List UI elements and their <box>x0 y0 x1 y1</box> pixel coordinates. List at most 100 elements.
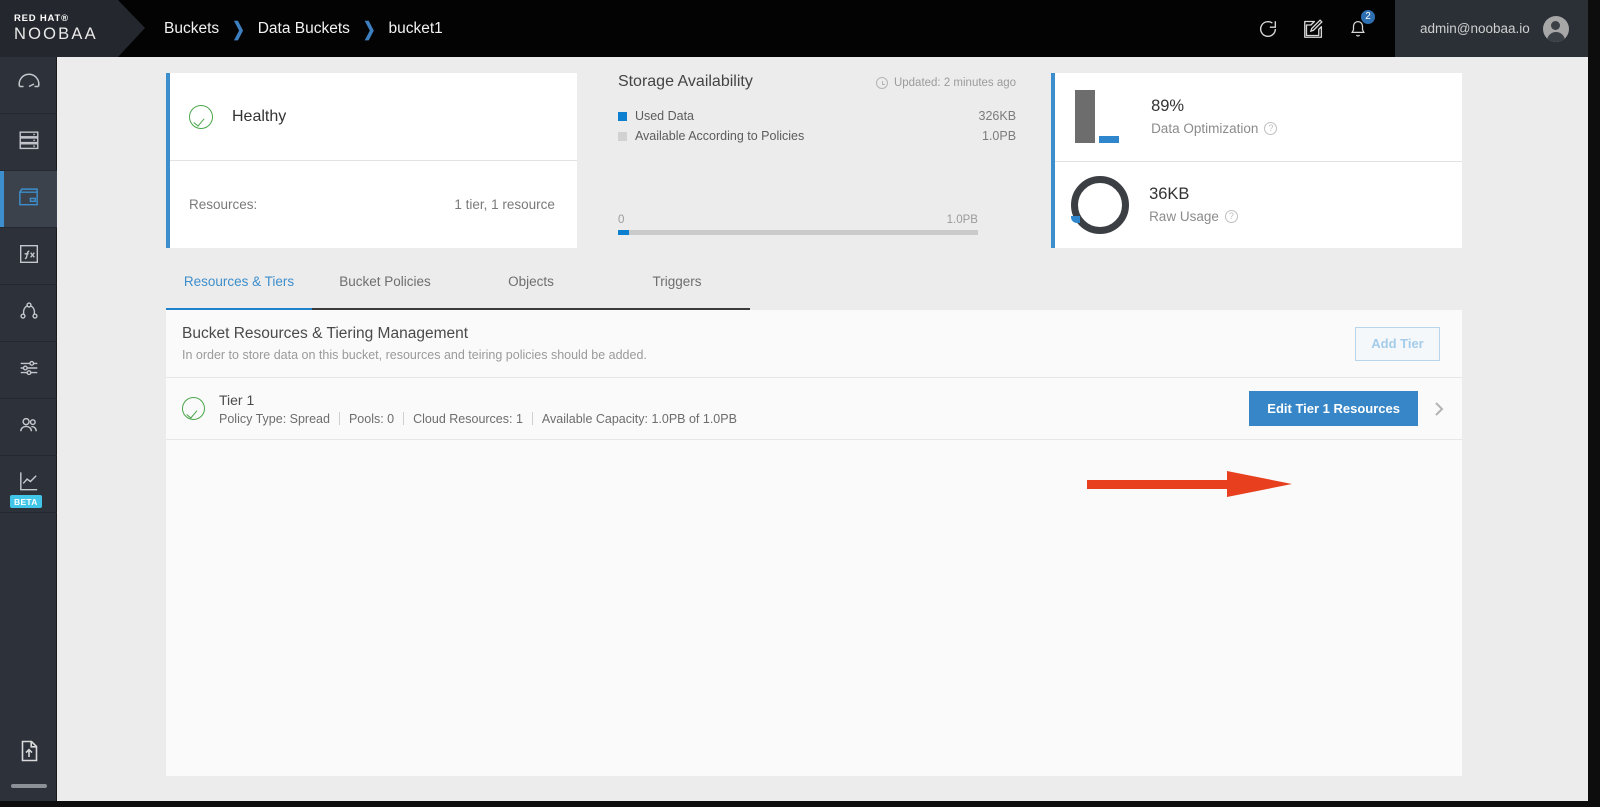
legend-item: Used Data 326KB <box>618 106 1016 126</box>
legend-value: 1.0PB <box>982 129 1016 143</box>
chart-bar-secondary <box>1099 136 1119 143</box>
sidebar-footer <box>0 715 57 807</box>
card-header-text: Bucket Resources & Tiering Management In… <box>182 325 647 362</box>
top-bar-right: 2 admin@noobaa.io <box>1255 0 1600 57</box>
health-status-label: Healthy <box>232 108 286 126</box>
bell-icon[interactable]: 2 <box>1345 16 1371 42</box>
storage-availability-header: Storage Availability Updated: 2 minutes … <box>618 73 1016 91</box>
sidebar-item-settings[interactable] <box>0 342 57 399</box>
sidebar-item-namespace[interactable] <box>0 285 57 342</box>
raw-usage-row: 36KB Raw Usage ? <box>1051 161 1462 249</box>
tab-objects[interactable]: Objects <box>458 274 604 310</box>
tab-triggers[interactable]: Triggers <box>604 274 750 310</box>
legend-label: Available According to Policies <box>635 129 804 143</box>
usage-panel: 89% Data Optimization ? 36KB Raw Usage ? <box>1051 73 1462 248</box>
health-status-row: Healthy <box>166 73 577 161</box>
question-circle-icon[interactable]: ? <box>1225 210 1238 223</box>
sidebar-item-resources[interactable] <box>0 114 57 171</box>
legend-label: Used Data <box>635 109 694 123</box>
sidebar-item-overview[interactable] <box>0 57 57 114</box>
meta-divider <box>403 412 404 425</box>
window-right-edge <box>1588 0 1600 807</box>
card-header: Bucket Resources & Tiering Management In… <box>166 310 1462 378</box>
beta-badge: BETA <box>10 495 42 508</box>
storage-legend: Used Data 326KB Available According to P… <box>618 106 1016 146</box>
health-resources-row: Resources: 1 tier, 1 resource <box>166 161 577 247</box>
check-circle-icon <box>189 105 213 129</box>
legend-value: 326KB <box>979 109 1017 123</box>
app-window: RED HAT® NOOBAA Buckets ❯ Data Buckets ❯… <box>0 0 1600 807</box>
chevron-right-icon: ❯ <box>363 17 376 40</box>
users-icon <box>16 412 41 442</box>
chevron-right-icon[interactable] <box>1430 400 1448 418</box>
chart-track <box>618 230 978 235</box>
page-title: Bucket Resources & Tiering Management <box>182 325 647 343</box>
axis-max-label: 1.0PB <box>947 214 978 226</box>
brand-logo[interactable]: RED HAT® NOOBAA <box>0 0 118 57</box>
tiering-management-card: Bucket Resources & Tiering Management In… <box>166 310 1462 776</box>
data-optimization-value: 89% <box>1151 97 1277 116</box>
breadcrumb-item-buckets[interactable]: Buckets <box>164 20 219 38</box>
tab-bar: Resources & Tiers Bucket Policies Object… <box>166 274 750 310</box>
resources-value: 1 tier, 1 resource <box>454 197 555 212</box>
data-optimization-row: 89% Data Optimization ? <box>1051 73 1462 161</box>
brand-logo-top: RED HAT® <box>14 13 118 24</box>
edit-tier-resources-button[interactable]: Edit Tier 1 Resources <box>1249 391 1418 426</box>
upload-icon[interactable] <box>16 738 42 769</box>
sidebar: BETA <box>0 57 57 807</box>
bucket-health-panel: Healthy Resources: 1 tier, 1 resource <box>166 73 577 248</box>
breadcrumb: Buckets ❯ Data Buckets ❯ bucket1 <box>164 0 443 57</box>
table-row: Tier 1 Policy Type: Spread Pools: 0 Clou… <box>166 378 1462 440</box>
window-bottom-edge <box>0 801 1600 807</box>
edit-icon[interactable] <box>1300 16 1326 42</box>
axis-min-label: 0 <box>618 214 624 226</box>
user-email: admin@noobaa.io <box>1420 21 1530 36</box>
sidebar-item-accounts[interactable] <box>0 399 57 456</box>
user-menu[interactable]: admin@noobaa.io <box>1395 0 1600 57</box>
page-subtitle: In order to store data on this bucket, r… <box>182 348 647 362</box>
bucket-icon <box>16 184 41 214</box>
tier-pools: Pools: 0 <box>349 412 394 426</box>
tab-bucket-policies[interactable]: Bucket Policies <box>312 274 458 310</box>
sidebar-collapse-handle[interactable] <box>11 784 47 788</box>
question-circle-icon[interactable]: ? <box>1264 122 1277 135</box>
chart-used-fill <box>618 230 629 235</box>
main-content: Healthy Resources: 1 tier, 1 resource St… <box>57 57 1588 807</box>
last-updated-text: Updated: 2 minutes ago <box>894 77 1016 89</box>
chart-axis-labels: 0 1.0PB <box>618 214 978 226</box>
meta-divider <box>339 412 340 425</box>
storage-availability-chart: 0 1.0PB <box>618 214 978 235</box>
legend-item: Available According to Policies 1.0PB <box>618 126 1016 146</box>
clock-icon <box>876 77 888 89</box>
avatar <box>1543 16 1569 42</box>
legend-swatch-used <box>618 112 627 121</box>
chart-bar-primary <box>1075 90 1095 143</box>
tier-name: Tier 1 <box>219 392 737 408</box>
top-bar: RED HAT® NOOBAA Buckets ❯ Data Buckets ❯… <box>0 0 1600 57</box>
notification-badge: 2 <box>1360 9 1376 25</box>
servers-icon <box>17 128 41 157</box>
summary-panels: Healthy Resources: 1 tier, 1 resource St… <box>166 73 1462 248</box>
raw-usage-donut-chart <box>1071 176 1129 234</box>
breadcrumb-item-bucket1: bucket1 <box>388 20 442 38</box>
data-optimization-label: Data Optimization <box>1151 121 1258 136</box>
storage-availability-panel: Storage Availability Updated: 2 minutes … <box>612 73 1016 248</box>
data-optimization-bar-chart <box>1071 87 1131 147</box>
legend-swatch-available <box>618 132 627 141</box>
meta-divider <box>532 412 533 425</box>
refresh-icon[interactable] <box>1255 16 1281 42</box>
breadcrumb-item-data-buckets[interactable]: Data Buckets <box>258 20 350 38</box>
check-circle-icon <box>182 397 205 420</box>
tab-resources-and-tiers[interactable]: Resources & Tiers <box>166 274 312 310</box>
sliders-icon <box>17 356 41 385</box>
raw-usage-caption: Raw Usage ? <box>1149 209 1238 224</box>
sidebar-item-buckets[interactable] <box>0 171 57 228</box>
tier-available-capacity: Available Capacity: 1.0PB of 1.0PB <box>542 412 737 426</box>
raw-usage-value: 36KB <box>1149 185 1238 204</box>
add-tier-button[interactable]: Add Tier <box>1355 327 1440 361</box>
sidebar-item-analytics[interactable]: BETA <box>0 456 57 513</box>
storage-availability-title: Storage Availability <box>618 73 753 91</box>
data-optimization-caption: Data Optimization ? <box>1151 121 1277 136</box>
resources-label: Resources: <box>189 197 257 212</box>
sidebar-item-functions[interactable] <box>0 228 57 285</box>
